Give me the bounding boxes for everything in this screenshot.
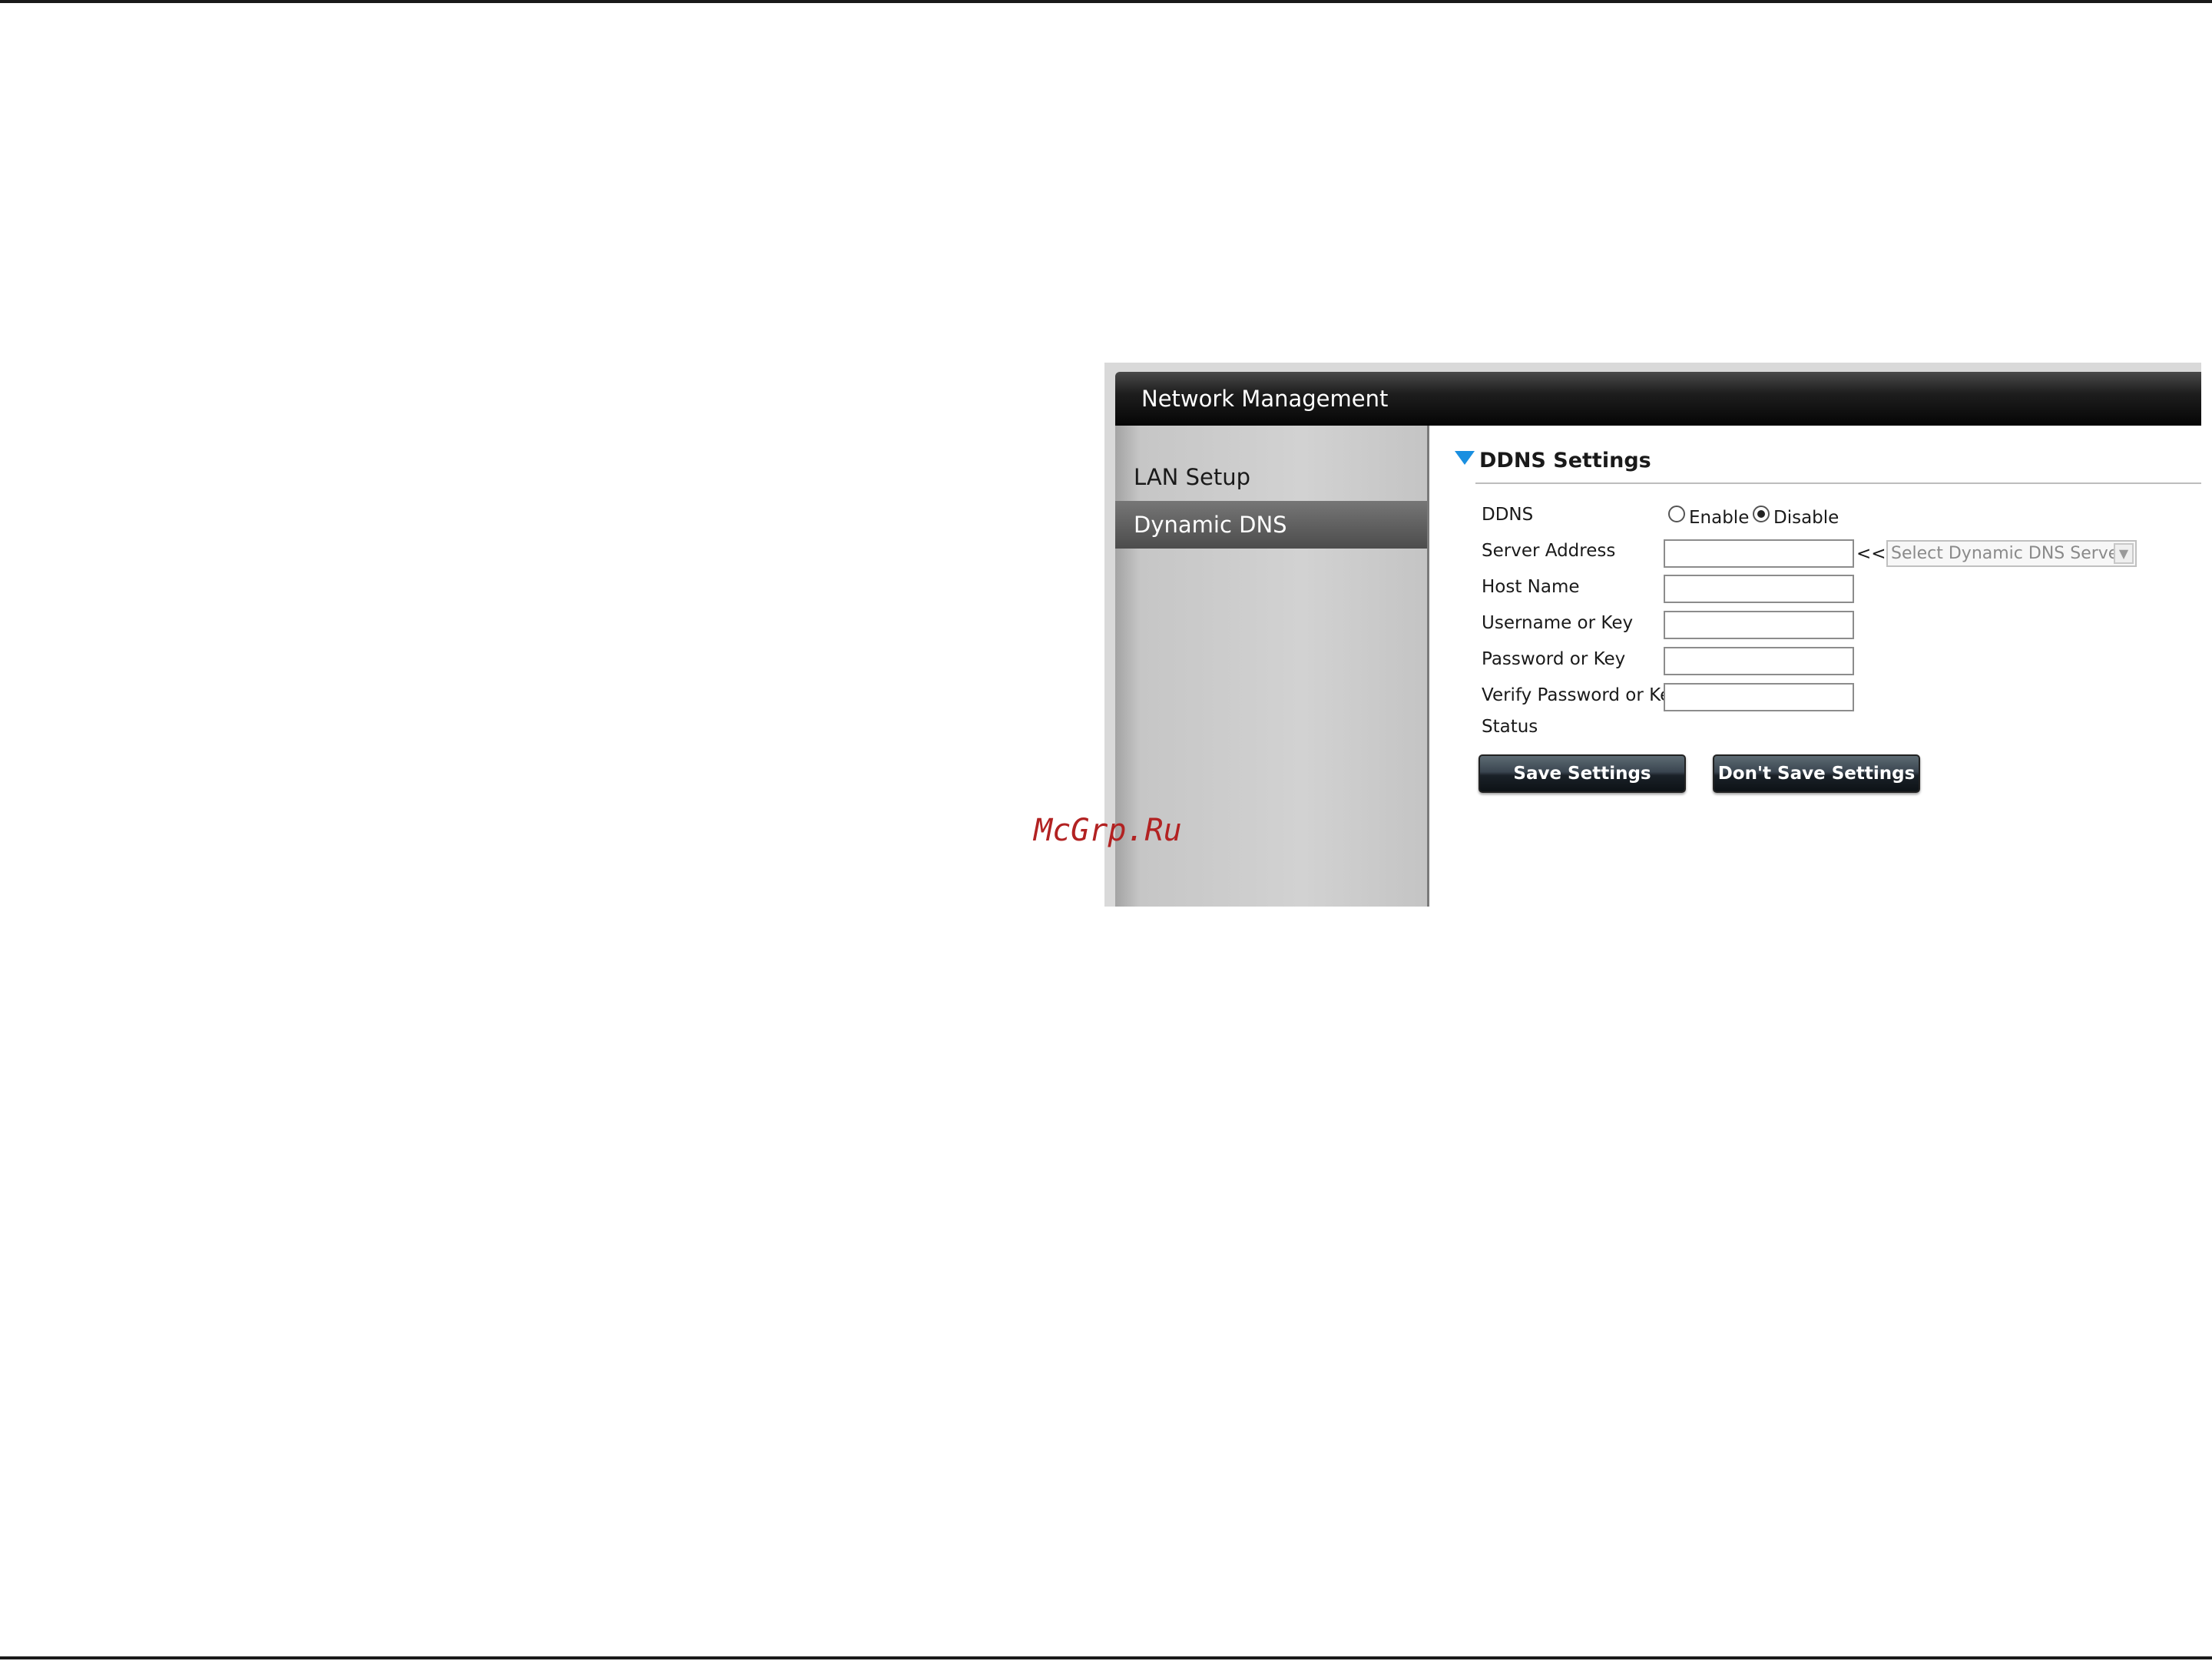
- watermark: McGrp.Ru: [1034, 813, 1182, 848]
- verify-password-label: Verify Password or Key: [1482, 685, 1681, 705]
- section-title: DDNS Settings: [1479, 449, 1651, 472]
- chevron-down-icon[interactable]: ▼: [2114, 543, 2134, 564]
- server-select-arrows: <<: [1856, 544, 1886, 564]
- host-name-label: Host Name: [1482, 577, 1580, 597]
- username-label: Username or Key: [1482, 613, 1634, 633]
- top-border-line: [0, 0, 2212, 3]
- window-title: Network Management: [1141, 386, 1389, 412]
- collapse-triangle-icon[interactable]: [1455, 451, 1475, 465]
- verify-password-input[interactable]: [1664, 683, 1854, 711]
- host-name-input[interactable]: [1664, 575, 1854, 603]
- select-value: Select Dynamic DNS Server: [1891, 544, 2126, 563]
- server-address-input[interactable]: [1664, 539, 1854, 568]
- username-input[interactable]: [1664, 611, 1854, 639]
- ddns-enable-radio[interactable]: [1668, 506, 1685, 522]
- bottom-border-line: [0, 1656, 2212, 1659]
- main-content: DDNS Settings DDNS Enable Disable Server…: [1429, 426, 2201, 907]
- sidebar-item-dynamic-dns[interactable]: Dynamic DNS: [1115, 501, 1427, 549]
- ddns-enable-label: Enable: [1689, 508, 1750, 528]
- sidebar-item-lan-setup[interactable]: LAN Setup: [1115, 453, 1427, 501]
- ddns-disable-label: Disable: [1773, 508, 1839, 528]
- password-input[interactable]: [1664, 647, 1854, 675]
- section-divider: [1475, 482, 2201, 484]
- sidebar-item-label: LAN Setup: [1134, 464, 1250, 490]
- status-label: Status: [1482, 717, 1538, 737]
- dont-save-settings-button[interactable]: Don't Save Settings: [1713, 754, 1920, 793]
- sidebar-item-label: Dynamic DNS: [1134, 512, 1287, 538]
- save-settings-button[interactable]: Save Settings: [1479, 754, 1686, 793]
- ddns-disable-radio[interactable]: [1753, 506, 1770, 522]
- section-header[interactable]: DDNS Settings: [1455, 449, 1651, 472]
- window-titlebar: Network Management: [1115, 372, 2201, 426]
- server-address-label: Server Address: [1482, 541, 1616, 561]
- dynamic-dns-server-select[interactable]: Select Dynamic DNS Server ▼: [1886, 540, 2137, 567]
- ddns-label: DDNS: [1482, 505, 1534, 525]
- network-management-window: Network Management LAN Setup Dynamic DNS…: [1104, 363, 2201, 907]
- password-label: Password or Key: [1482, 649, 1626, 669]
